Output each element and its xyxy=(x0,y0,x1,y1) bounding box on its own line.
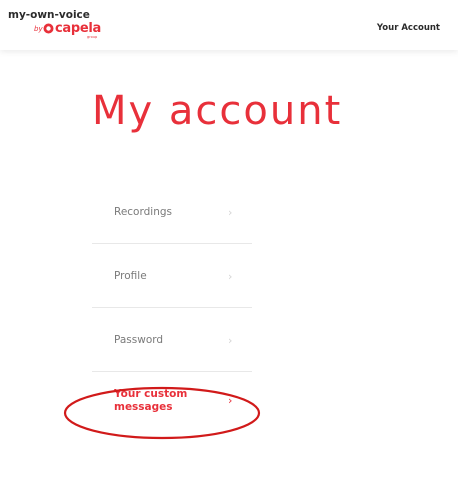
logo-brand-text: capela xyxy=(55,21,102,36)
acapela-logo-icon xyxy=(43,23,54,34)
menu-item-label: Your custom messages xyxy=(114,388,188,414)
menu-item-password[interactable]: Password › xyxy=(92,308,252,372)
chevron-right-icon: › xyxy=(228,394,233,407)
chevron-right-icon: › xyxy=(228,206,233,219)
menu-item-profile[interactable]: Profile › xyxy=(92,244,252,308)
menu-item-label: Profile xyxy=(114,270,147,282)
logo-by-text: by xyxy=(34,25,43,33)
brand-mark: capela group xyxy=(43,21,113,41)
page: my-own-voice by capela group Your Accoun… xyxy=(0,0,458,499)
page-title: My account xyxy=(92,88,343,134)
logo-name: my-own-voice xyxy=(8,9,90,21)
menu-item-custom-messages[interactable]: Your custom messages › xyxy=(92,372,252,435)
logo-tagline: group xyxy=(87,35,98,39)
logo[interactable]: my-own-voice by capela group xyxy=(8,9,118,45)
menu-item-label: Password xyxy=(114,334,164,346)
chevron-right-icon: › xyxy=(228,334,233,347)
top-bar: my-own-voice by capela group Your Accoun… xyxy=(0,0,458,50)
menu-item-recordings[interactable]: Recordings › xyxy=(92,180,252,244)
menu-item-label: Recordings xyxy=(114,206,172,218)
account-menu: Recordings › Profile › Password › Your c… xyxy=(92,180,252,435)
your-account-link[interactable]: Your Account xyxy=(377,23,440,33)
chevron-right-icon: › xyxy=(228,270,233,283)
